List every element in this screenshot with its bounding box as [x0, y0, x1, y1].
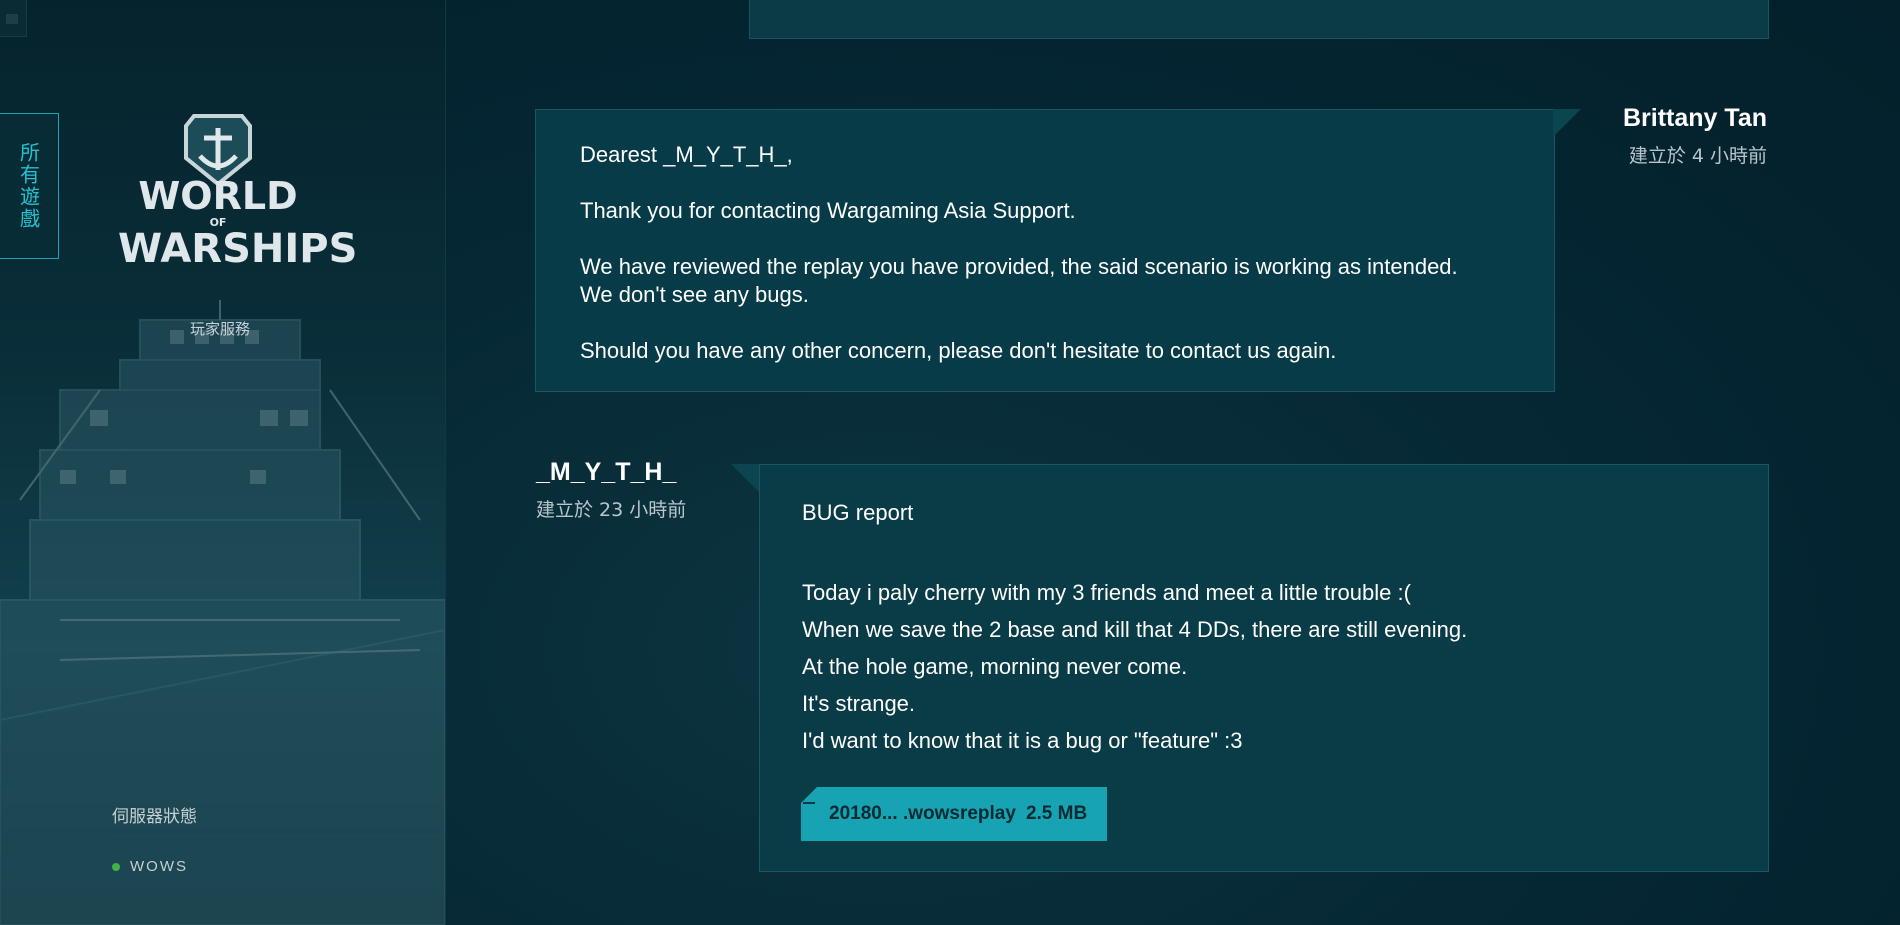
previous-message-bubble	[749, 0, 1769, 39]
support-created-time: 建立於 4 小時前	[1628, 145, 1767, 167]
attachment-download-button[interactable]: 20180... .wowsreplay 2.5 MB	[801, 787, 1107, 841]
attachment-file-size: 2.5 MB	[1025, 803, 1088, 824]
message-line: It's strange.	[802, 691, 916, 716]
user-created-time: 建立於 23 小時前	[536, 499, 687, 521]
player-service-link[interactable]: 玩家服務	[150, 318, 290, 339]
sidebar-divider	[112, 836, 445, 837]
message-greeting: Dearest _M_Y_T_H_,	[580, 142, 793, 167]
message-line: Today i paly cherry with my 3 friends an…	[802, 580, 1411, 605]
bubble-tail	[731, 464, 759, 492]
server-item-wows[interactable]: WOWS	[112, 858, 188, 875]
all-games-tab[interactable]: 所有遊戲	[0, 113, 59, 259]
user-author-name: _M_Y_T_H_	[536, 458, 677, 486]
attachment-file-name: 20180... .wowsreplay	[829, 803, 1016, 824]
message-line: At the hole game, morning never come.	[802, 654, 1188, 679]
online-status-dot-icon	[112, 862, 120, 871]
conversation-thread: Dearest _M_Y_T_H_, Thank you for contact…	[446, 0, 1900, 925]
logo-line-world: WORLD	[138, 174, 298, 218]
message-line: I'd want to know that it is a bug or "fe…	[802, 728, 1243, 753]
message-line: Thank you for contacting Wargaming Asia …	[580, 198, 1076, 223]
world-of-warships-logo[interactable]: WORLD OF WARSHIPS	[118, 112, 358, 302]
support-message-bubble: Dearest _M_Y_T_H_, Thank you for contact…	[535, 109, 1555, 392]
battleship-background-image	[0, 300, 445, 925]
corner-menu-icon[interactable]	[0, 0, 27, 37]
logo-line-warships: WARSHIPS	[118, 226, 358, 272]
all-games-label: 所有遊戲	[16, 142, 41, 230]
message-subject: BUG report	[802, 500, 914, 525]
message-line: Should you have any other concern, pleas…	[580, 338, 1337, 363]
file-icon	[803, 802, 815, 804]
message-line: We don't see any bugs.	[580, 282, 809, 307]
sidebar: 所有遊戲 WORLD OF WARSHIPS 玩家服務 伺服器狀態 WOWS	[0, 0, 446, 925]
bubble-tail	[1553, 109, 1581, 137]
support-author-name: Brittany Tan	[1623, 104, 1767, 132]
message-line: We have reviewed the replay you have pro…	[580, 254, 1458, 279]
message-line: When we save the 2 base and kill that 4 …	[802, 617, 1468, 642]
server-name: WOWS	[130, 858, 188, 875]
server-status-heading: 伺服器狀態	[112, 807, 197, 827]
file-corner-icon	[801, 787, 817, 803]
